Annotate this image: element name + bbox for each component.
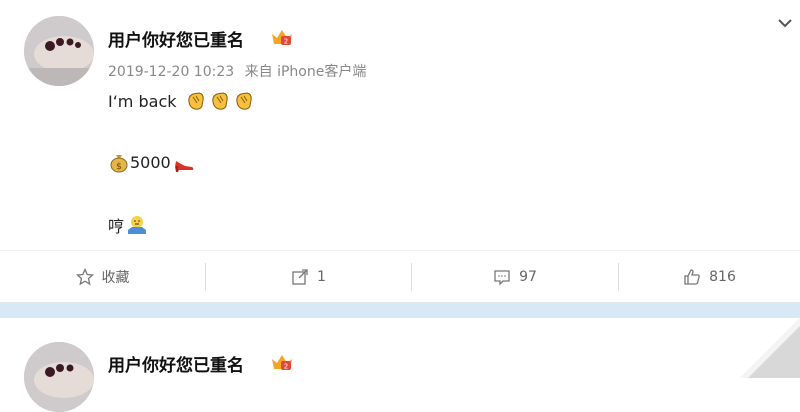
repost-count: 1 — [317, 269, 326, 285]
vip-crown-icon[interactable]: 2 — [270, 26, 294, 48]
comment-button[interactable]: 97 — [412, 251, 618, 303]
username[interactable]: 用户你好您已重名 — [108, 351, 244, 376]
favorite-label: 收藏 — [101, 270, 130, 286]
like-button[interactable]: 816 — [619, 251, 800, 303]
repost-button[interactable]: 1 — [206, 251, 411, 303]
weibo-post-card-next: 用户你好您已重名 2 — [0, 318, 800, 412]
comment-icon — [494, 270, 510, 286]
svg-text:2: 2 — [284, 363, 288, 371]
post-text-1: I‘m back — [108, 91, 177, 111]
high-heel-emoji — [173, 151, 195, 173]
thumbs-up-icon — [684, 269, 700, 285]
source-client[interactable]: iPhone客户端 — [277, 64, 366, 80]
shrug-emoji — [126, 214, 148, 236]
comment-count: 97 — [519, 269, 537, 285]
svg-text:2: 2 — [284, 38, 288, 46]
timestamp[interactable]: 2019-12-20 10:23 — [108, 64, 234, 80]
post-meta: 2019-12-20 10:23 来自 iPhone客户端 — [108, 61, 366, 81]
clap-emoji — [233, 90, 255, 112]
post-line-2: $ 5000 — [108, 151, 195, 173]
repost-icon — [292, 269, 308, 285]
clap-emoji — [209, 90, 231, 112]
star-icon — [75, 268, 94, 286]
action-bar: 收藏 1 97 816 — [0, 250, 800, 303]
post-line-1: I‘m back — [108, 90, 255, 112]
money-bag-emoji: $ — [108, 151, 130, 173]
favorite-button[interactable]: 收藏 — [0, 251, 205, 303]
svg-text:$: $ — [116, 162, 122, 172]
vip-crown-icon[interactable]: 2 — [270, 351, 294, 373]
weibo-post-card: 用户你好您已重名 2 2019-12-20 10:23 来自 iPhone客户端… — [0, 0, 800, 302]
username[interactable]: 用户你好您已重名 — [108, 26, 244, 51]
clap-emoji — [185, 90, 207, 112]
chevron-down-icon[interactable] — [776, 14, 794, 32]
source-prefix: 来自 — [244, 64, 273, 80]
like-count: 816 — [709, 269, 736, 285]
feed-divider — [0, 302, 800, 319]
post-text-3: 哼 — [108, 217, 125, 236]
avatar[interactable] — [24, 342, 94, 412]
post-line-3: 哼 — [108, 213, 148, 237]
post-text-2: 5000 — [130, 152, 171, 172]
avatar[interactable] — [24, 16, 94, 86]
page-curl-decoration — [740, 318, 800, 378]
